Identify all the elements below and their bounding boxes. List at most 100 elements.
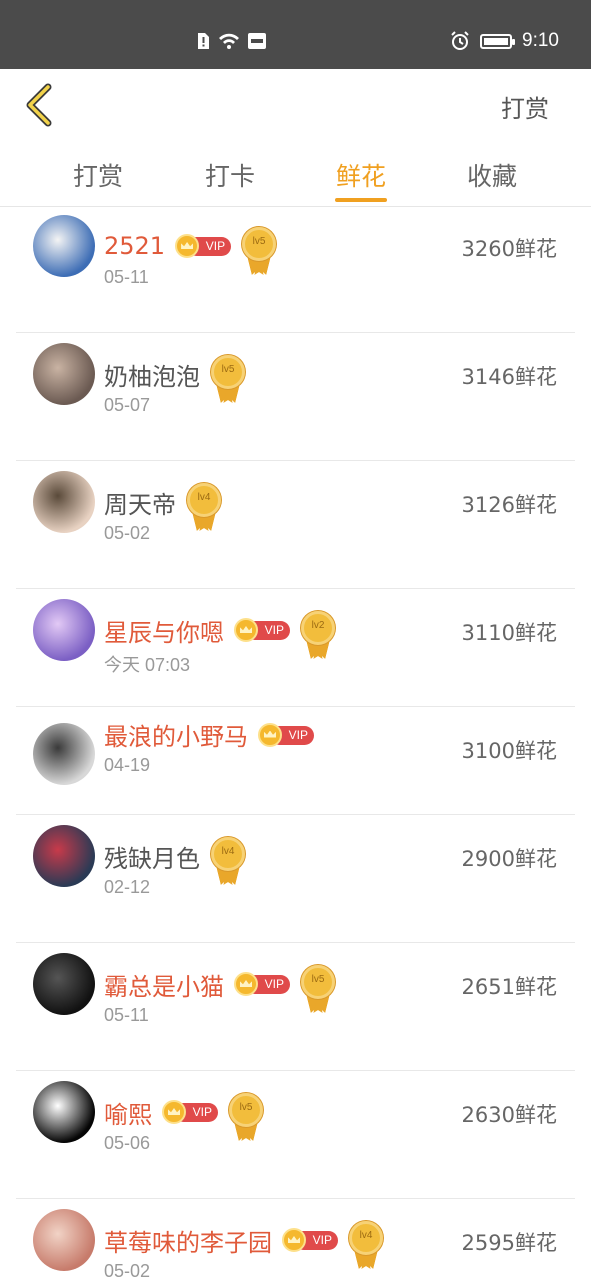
level-label: lv5 xyxy=(239,1102,253,1113)
user-name[interactable]: 2521 xyxy=(104,232,165,260)
vip-badge: VIP xyxy=(175,234,232,258)
level-medal-icon: lv4 xyxy=(348,1221,384,1269)
medal-disc: lv4 xyxy=(349,1221,383,1255)
vip-badge: VIP xyxy=(258,722,314,747)
ranking-row[interactable]: 喻熙 VIP lv5 05-06 2630鲜花 xyxy=(0,1071,591,1199)
tab-bar: 打赏 打卡 鲜花 收藏 xyxy=(0,139,591,207)
flower-amount: 2651鲜花 xyxy=(461,975,557,999)
reward-date: 05-11 xyxy=(104,267,149,287)
reward-date: 05-07 xyxy=(104,395,151,415)
level-medal-icon: lv4 xyxy=(186,483,222,531)
level-label: lv4 xyxy=(359,1230,373,1241)
reward-action-button[interactable]: 打赏 xyxy=(501,89,549,124)
flower-amount: 3260鲜花 xyxy=(461,237,557,261)
avatar[interactable] xyxy=(33,215,95,277)
level-label: lv2 xyxy=(311,620,325,631)
user-name[interactable]: 星辰与你嗯 xyxy=(104,613,224,648)
level-label: lv5 xyxy=(311,974,325,985)
reward-date: 04-19 xyxy=(104,755,151,775)
user-name[interactable]: 奶柚泡泡 xyxy=(104,357,200,392)
reward-date: 05-02 xyxy=(104,1261,151,1280)
medal-disc: lv2 xyxy=(301,611,335,645)
flower-amount: 3126鲜花 xyxy=(461,493,557,517)
reward-date: 今天 07:03 xyxy=(104,655,191,675)
ranking-row[interactable]: 星辰与你嗯 VIP lv2 今天 07:03 3110鲜花 xyxy=(0,589,591,707)
avatar[interactable] xyxy=(33,825,95,887)
sim-alert-icon xyxy=(198,33,209,49)
back-button[interactable] xyxy=(22,83,56,127)
medal-disc: lv5 xyxy=(301,965,335,999)
tab-favorites[interactable]: 收藏 xyxy=(467,157,517,193)
chevron-left-icon xyxy=(26,83,52,127)
crown-icon xyxy=(234,618,258,642)
reward-date: 05-06 xyxy=(104,1133,151,1153)
ranking-row[interactable]: 草莓味的李子园 VIP lv4 05-02 2595鲜花 xyxy=(0,1199,591,1280)
flower-amount: 2630鲜花 xyxy=(461,1103,557,1127)
ranking-row[interactable]: 残缺月色 lv4 02-12 2900鲜花 xyxy=(0,815,591,943)
battery-icon xyxy=(480,33,516,49)
flower-ranking-list[interactable]: 2521 VIP lv5 05-11 3260鲜花奶柚泡泡 lv5 05-07 3146鲜花周… xyxy=(0,207,591,1280)
medal-disc: lv5 xyxy=(229,1093,263,1127)
ranking-row[interactable]: 奶柚泡泡 lv5 05-07 3146鲜花 xyxy=(0,333,591,461)
level-medal-icon: lv5 xyxy=(300,965,336,1013)
status-bar: 9:10 xyxy=(0,0,591,69)
user-name[interactable]: 残缺月色 xyxy=(104,839,200,874)
top-bar: 打赏 xyxy=(0,69,591,139)
tab-active-indicator xyxy=(335,198,387,202)
flower-amount: 3146鲜花 xyxy=(461,365,557,389)
ranking-row[interactable]: 2521 VIP lv5 05-11 3260鲜花 xyxy=(0,207,591,333)
status-right: 9:10 xyxy=(450,30,559,52)
medal-disc: lv4 xyxy=(187,483,221,517)
status-time: 9:10 xyxy=(522,30,559,51)
tab-checkin[interactable]: 打卡 xyxy=(205,157,255,193)
avatar[interactable] xyxy=(33,343,95,405)
vip-badge: VIP xyxy=(162,1100,218,1124)
ranking-row[interactable]: 最浪的小野马 VIP 04-19 3100鲜花 xyxy=(0,707,591,815)
user-name[interactable]: 最浪的小野马 xyxy=(104,717,248,752)
alarm-icon xyxy=(451,31,469,50)
reward-date: 02-12 xyxy=(104,877,151,897)
medal-disc: lv5 xyxy=(242,227,277,261)
avatar[interactable] xyxy=(33,1081,95,1143)
medal-disc: lv5 xyxy=(211,355,245,389)
user-name[interactable]: 草莓味的李子园 xyxy=(104,1223,272,1258)
status-center-icons xyxy=(196,32,266,50)
level-medal-icon: lv2 xyxy=(300,611,336,659)
avatar[interactable] xyxy=(33,471,95,533)
reward-date: 05-02 xyxy=(104,523,151,543)
flower-amount: 2900鲜花 xyxy=(461,847,557,871)
level-medal-icon: lv5 xyxy=(228,1093,264,1141)
crown-icon xyxy=(175,234,200,258)
level-label: lv5 xyxy=(252,236,266,247)
avatar[interactable] xyxy=(33,723,95,785)
user-name[interactable]: 周天帝 xyxy=(104,485,176,520)
level-medal-icon: lv5 xyxy=(241,227,277,275)
level-label: lv5 xyxy=(221,364,235,375)
crown-icon xyxy=(234,972,258,996)
medal-disc: lv4 xyxy=(211,837,245,871)
ranking-row[interactable]: 周天帝 lv4 05-02 3126鲜花 xyxy=(0,461,591,589)
avatar[interactable] xyxy=(33,1209,95,1271)
flower-amount: 3110鲜花 xyxy=(461,621,557,645)
name-line: 最浪的小野马 VIP xyxy=(104,717,314,752)
flower-amount: 3100鲜花 xyxy=(461,739,557,763)
crown-icon xyxy=(258,722,282,747)
level-medal-icon: lv4 xyxy=(210,837,246,885)
level-label: lv4 xyxy=(197,492,211,503)
tab-reward[interactable]: 打赏 xyxy=(73,157,123,193)
user-name[interactable]: 喻熙 xyxy=(104,1095,152,1130)
wifi-icon xyxy=(219,33,239,49)
vip-badge: VIP xyxy=(234,618,290,642)
reward-date: 05-11 xyxy=(104,1005,149,1025)
level-medal-icon: lv5 xyxy=(210,355,246,403)
vip-badge: VIP xyxy=(234,972,290,996)
crown-icon xyxy=(282,1228,306,1252)
hms-icon xyxy=(248,33,266,49)
avatar[interactable] xyxy=(33,953,95,1015)
ranking-row[interactable]: 霸总是小猫 VIP lv5 05-11 2651鲜花 xyxy=(0,943,591,1071)
tab-flowers[interactable]: 鲜花 xyxy=(336,157,386,193)
level-label: lv4 xyxy=(221,846,235,857)
user-name[interactable]: 霸总是小猫 xyxy=(104,967,224,1002)
avatar[interactable] xyxy=(33,599,95,661)
flower-amount: 2595鲜花 xyxy=(461,1231,557,1255)
